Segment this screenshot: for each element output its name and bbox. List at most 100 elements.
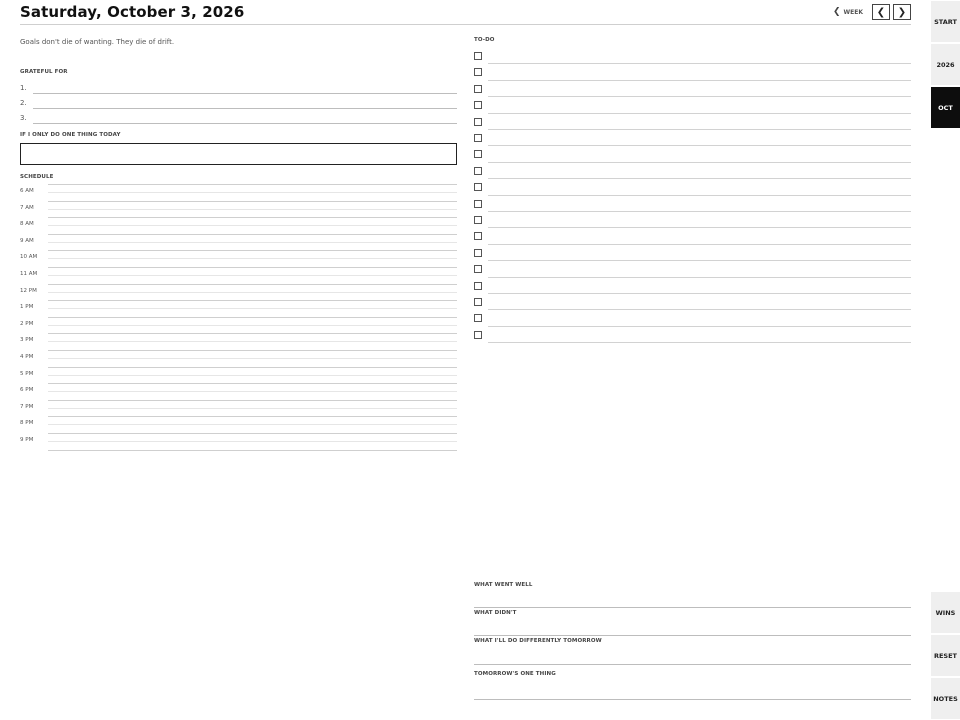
schedule-row[interactable]: 9 AM bbox=[20, 235, 457, 252]
todo-checkbox[interactable] bbox=[474, 314, 482, 323]
schedule-row[interactable]: 9 PM bbox=[20, 434, 457, 451]
sidebar-tab-reset[interactable]: RESET bbox=[931, 635, 960, 676]
todo-item[interactable] bbox=[474, 81, 911, 98]
schedule-row[interactable]: 6 AM bbox=[20, 185, 457, 202]
todo-item[interactable] bbox=[474, 278, 911, 294]
next-day-button[interactable]: ❯ bbox=[893, 4, 911, 20]
todo-checkbox[interactable] bbox=[474, 84, 482, 93]
sidebar-tab-year[interactable]: 2026 bbox=[931, 44, 960, 85]
grateful-item-number: 3. bbox=[20, 114, 27, 122]
todo-item[interactable] bbox=[474, 97, 911, 114]
schedule-hour-label: 9 AM bbox=[20, 237, 34, 244]
todo-item[interactable] bbox=[474, 327, 911, 344]
sidebar-tab-notes[interactable]: NOTES bbox=[931, 678, 960, 719]
schedule-hour-line bbox=[48, 449, 457, 451]
todo-checkbox[interactable] bbox=[474, 101, 482, 110]
todo-item[interactable] bbox=[474, 64, 911, 81]
one-thing-input[interactable] bbox=[20, 143, 457, 165]
todo-item[interactable] bbox=[474, 261, 911, 278]
schedule-half-hour-line bbox=[48, 358, 457, 359]
schedule-row[interactable]: 7 AM bbox=[20, 202, 457, 219]
schedule-row[interactable]: 12 PM bbox=[20, 285, 457, 302]
schedule-row[interactable]: 8 PM bbox=[20, 417, 457, 434]
todo-item[interactable] bbox=[474, 310, 911, 327]
schedule-row[interactable]: 6 PM bbox=[20, 384, 457, 401]
schedule-row[interactable]: 5 PM bbox=[20, 368, 457, 385]
schedule-hour-label: 1 PM bbox=[20, 304, 34, 311]
todo-item[interactable] bbox=[474, 245, 911, 262]
todo-checkbox[interactable] bbox=[474, 166, 482, 175]
schedule-hour-label: 7 AM bbox=[20, 204, 34, 211]
todo-item[interactable] bbox=[474, 294, 911, 311]
todo-item[interactable] bbox=[474, 228, 911, 245]
todo-checkbox[interactable] bbox=[474, 199, 482, 208]
grateful-item-line bbox=[33, 108, 457, 109]
todo-checkbox[interactable] bbox=[474, 298, 482, 306]
grateful-item-number: 2. bbox=[20, 99, 27, 107]
schedule-label: SCHEDULE bbox=[20, 174, 54, 180]
schedule-hour-label: 8 PM bbox=[20, 420, 34, 427]
schedule-half-hour-line bbox=[48, 258, 457, 260]
grateful-item-number: 1. bbox=[20, 84, 27, 92]
grateful-item-line bbox=[33, 123, 457, 124]
schedule-hour-label: 11 AM bbox=[20, 271, 38, 277]
grateful-item[interactable]: 3. bbox=[20, 114, 457, 124]
grateful-item[interactable]: 1. bbox=[20, 84, 457, 94]
todo-item[interactable] bbox=[474, 179, 911, 196]
schedule-half-hour-line bbox=[48, 225, 457, 227]
todo-line bbox=[488, 342, 911, 344]
todo-item[interactable] bbox=[474, 212, 911, 229]
daily-planner-page: Saturday, October 3, 2026 ❮ WEEK ❮ ❯ Goa… bbox=[0, 0, 925, 720]
todo-checkbox[interactable] bbox=[474, 248, 482, 257]
schedule-row[interactable]: 11 AM bbox=[20, 268, 457, 285]
schedule-hour-label: 6 PM bbox=[20, 387, 34, 394]
schedule-row[interactable]: 3 PM bbox=[20, 334, 457, 351]
schedule-hour-label: 7 PM bbox=[20, 403, 34, 410]
previous-day-button[interactable]: ❮ bbox=[872, 4, 890, 20]
schedule-row[interactable]: 4 PM bbox=[20, 351, 457, 368]
todo-checkbox[interactable] bbox=[474, 52, 482, 60]
todo-item[interactable] bbox=[474, 130, 911, 147]
todo-checkbox[interactable] bbox=[474, 232, 482, 241]
todo-checkbox[interactable] bbox=[474, 281, 482, 290]
todo-item[interactable] bbox=[474, 146, 911, 163]
week-link[interactable]: ❮ WEEK bbox=[833, 7, 863, 17]
schedule-half-hour-line bbox=[48, 241, 457, 243]
chevron-right-icon: ❯ bbox=[897, 6, 907, 18]
schedule-row[interactable]: 8 AM bbox=[20, 218, 457, 235]
what-went-well-field[interactable] bbox=[474, 607, 911, 608]
tomorrow-one-thing-field[interactable] bbox=[474, 699, 911, 700]
todo-item[interactable] bbox=[474, 114, 911, 130]
schedule-hour-label: 6 AM bbox=[20, 188, 34, 194]
todo-checkbox[interactable] bbox=[474, 216, 482, 224]
what-went-well-label: WHAT WENT WELL bbox=[474, 582, 533, 588]
schedule-half-hour-line bbox=[48, 324, 457, 326]
do-differently-label: WHAT I'LL DO DIFFERENTLY TOMORROW bbox=[474, 638, 602, 644]
schedule-hour-label: 5 PM bbox=[20, 370, 34, 377]
do-differently-field[interactable] bbox=[474, 664, 911, 665]
chevron-left-icon: ❮ bbox=[832, 7, 841, 17]
todo-item[interactable] bbox=[474, 163, 911, 180]
what-didnt-field[interactable] bbox=[474, 635, 911, 636]
sidebar-tab-start[interactable]: START bbox=[931, 1, 960, 42]
sidebar-tab-wins[interactable]: WINS bbox=[931, 592, 960, 633]
todo-item[interactable] bbox=[474, 196, 911, 212]
schedule-row[interactable]: 7 PM bbox=[20, 401, 457, 418]
todo-checkbox[interactable] bbox=[474, 183, 482, 192]
todo-checkbox[interactable] bbox=[474, 68, 482, 77]
schedule-hour-label: 8 AM bbox=[20, 221, 34, 228]
grateful-item[interactable]: 2. bbox=[20, 99, 457, 109]
one-thing-label: IF I ONLY DO ONE THING TODAY bbox=[20, 132, 121, 138]
motivational-quote: Goals don't die of wanting. They die of … bbox=[20, 38, 175, 46]
schedule-row[interactable]: 1 PM bbox=[20, 301, 457, 318]
sidebar-tab-month[interactable]: OCT bbox=[931, 87, 960, 128]
todo-checkbox[interactable] bbox=[474, 117, 482, 126]
todo-checkbox[interactable] bbox=[474, 134, 482, 142]
todo-checkbox[interactable] bbox=[474, 150, 482, 159]
todo-checkbox[interactable] bbox=[474, 330, 482, 339]
schedule-half-hour-line bbox=[48, 424, 457, 426]
todo-checkbox[interactable] bbox=[474, 265, 482, 274]
schedule-row[interactable]: 2 PM bbox=[20, 318, 457, 335]
todo-item[interactable] bbox=[474, 48, 911, 65]
schedule-row[interactable]: 10 AM bbox=[20, 251, 457, 268]
